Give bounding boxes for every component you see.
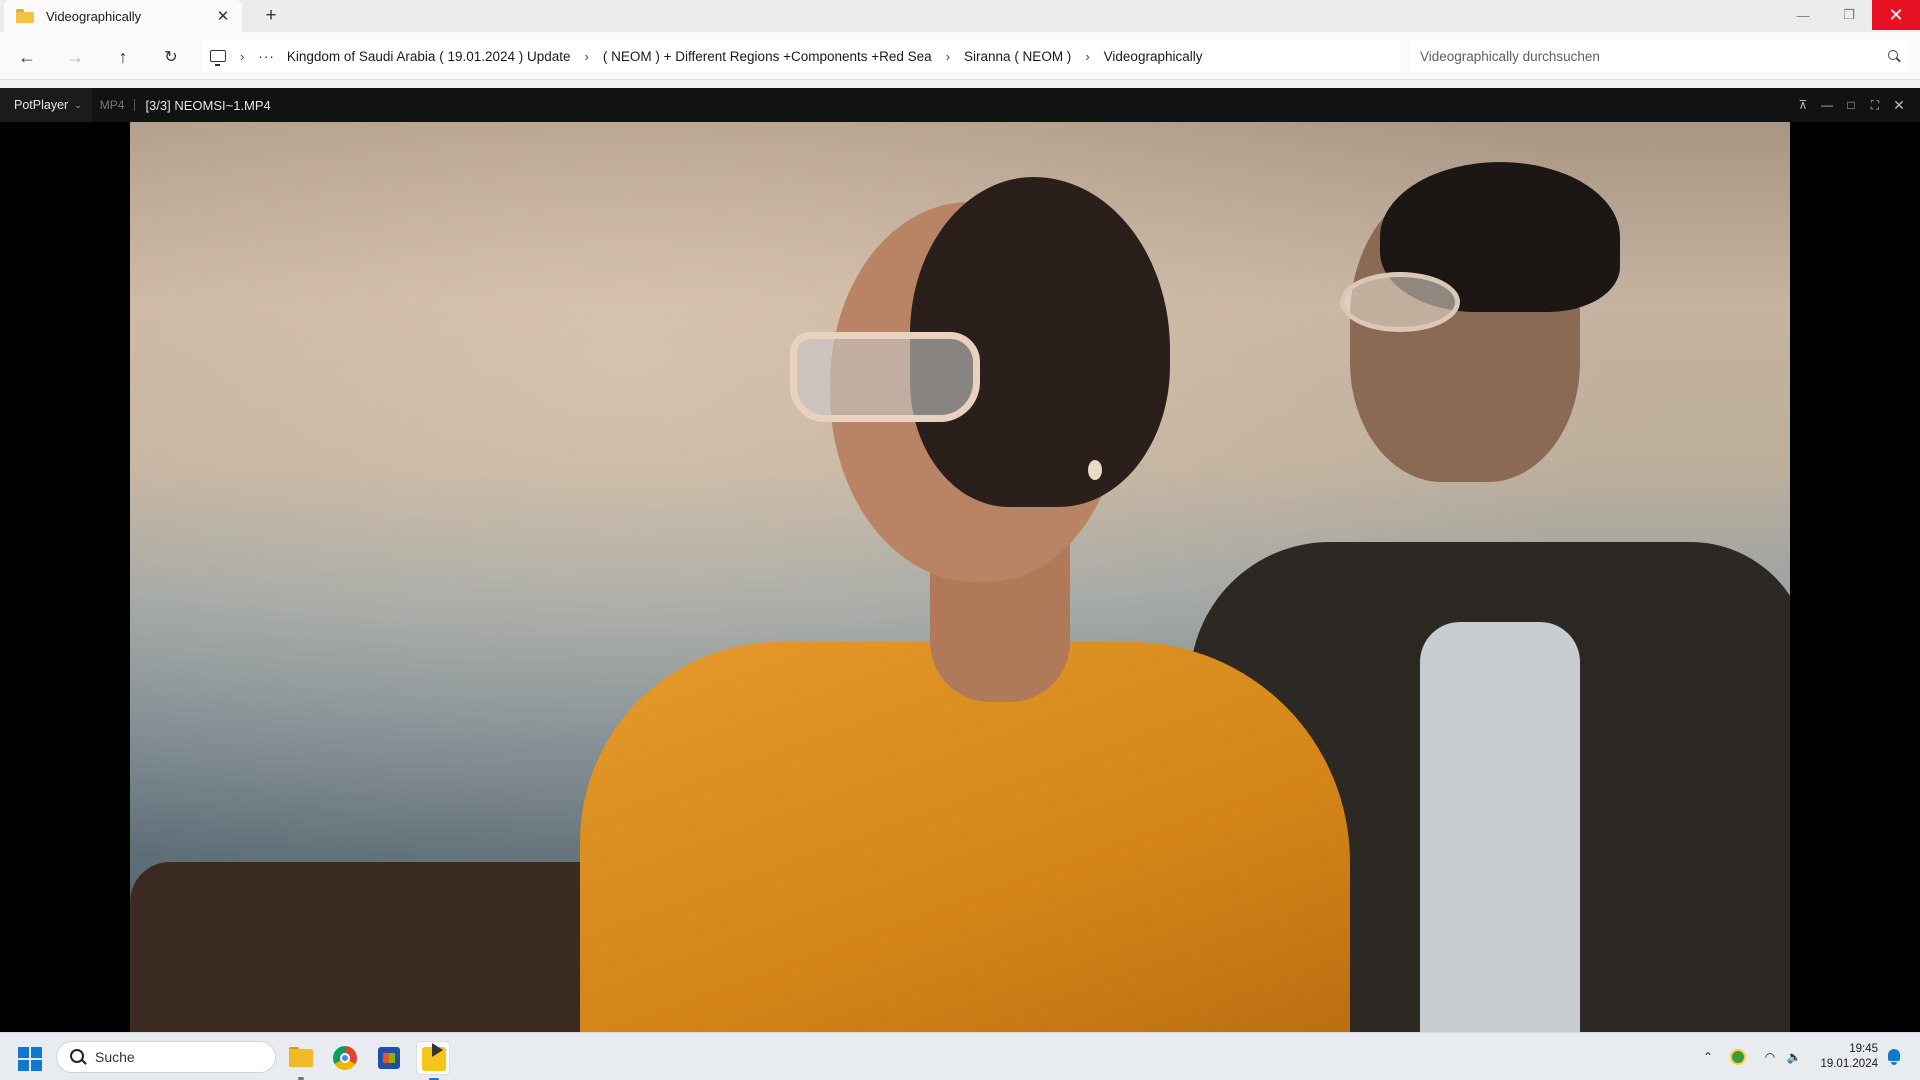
chevron-right-icon[interactable]: › <box>1085 49 1089 64</box>
search-icon <box>69 1048 87 1066</box>
breadcrumb-item-videographically[interactable]: Videographically <box>1104 49 1203 64</box>
file-format-label: MP4 <box>99 98 125 112</box>
folder-icon <box>289 1049 313 1067</box>
man-sunglasses <box>1340 272 1460 332</box>
potplayer-app-icon[interactable] <box>416 1041 450 1080</box>
back-button[interactable]: ← <box>12 42 42 72</box>
chrome-icon <box>333 1046 357 1070</box>
clock[interactable]: 19:45 19.01.2024 <box>1812 1042 1878 1072</box>
player-title-bar: PotPlayer ⌄ MP4 [3/3] NEOMSI~1.MP4 ⊼ — □… <box>0 88 1920 122</box>
taskbar-search[interactable] <box>56 1041 276 1073</box>
potplayer-window: PotPlayer ⌄ MP4 [3/3] NEOMSI~1.MP4 ⊼ — □… <box>0 88 1920 1032</box>
player-fullscreen-button[interactable]: ⛶ <box>1863 88 1887 122</box>
shield-icon <box>1730 1049 1746 1065</box>
breadcrumb-more-button[interactable]: ··· <box>258 49 275 64</box>
file-name-label: [3/3] NEOMSI~1.MP4 <box>145 97 271 113</box>
forward-button[interactable]: → <box>60 42 90 72</box>
chevron-right-icon[interactable]: › <box>240 49 244 64</box>
windows-logo-tile <box>18 1047 29 1058</box>
breadcrumb-item-neom-regions[interactable]: ( NEOM ) + Different Regions +Components… <box>603 49 932 64</box>
man-shirt <box>1420 622 1580 1032</box>
player-maximize-button[interactable]: □ <box>1839 88 1863 122</box>
title-bar: Videographically ✕ + — ❐ ✕ <box>0 0 1920 32</box>
divider <box>134 99 136 111</box>
chrome-app-icon[interactable] <box>328 1041 362 1075</box>
breadcrumb-item-saudi-arabia[interactable]: Kingdom of Saudi Arabia ( 19.01.2024 ) U… <box>287 49 571 64</box>
taskbar: ⌃ ◠ 🔈 19:45 19.01.2024 <box>0 1032 1920 1080</box>
potplayer-menu-button[interactable]: PotPlayer ⌄ <box>0 88 92 122</box>
search-icon[interactable] <box>1878 41 1908 71</box>
address-bar: ← → ↑ ↻ › ··· Kingdom of Saudi Arabia ( … <box>0 32 1920 80</box>
tab-videographically[interactable]: Videographically ✕ <box>4 0 242 32</box>
new-tab-button[interactable]: + <box>258 3 284 29</box>
this-pc-icon[interactable] <box>210 50 226 66</box>
breadcrumb-item-siranna[interactable]: Siranna ( NEOM ) <box>964 49 1071 64</box>
earring <box>1088 460 1102 480</box>
player-minimize-button[interactable]: — <box>1815 88 1839 122</box>
window-restore-button[interactable]: ❐ <box>1826 0 1872 30</box>
tab-title: Videographically <box>46 8 142 24</box>
taskbar-search-input[interactable] <box>95 1049 245 1065</box>
search-input[interactable] <box>1420 48 1878 64</box>
search-box[interactable] <box>1410 40 1908 72</box>
clock-time: 19:45 <box>1849 1043 1878 1055</box>
window-minimize-button[interactable]: — <box>1780 0 1826 30</box>
woman-sunglasses <box>790 332 980 422</box>
start-button[interactable] <box>18 1047 42 1071</box>
notification-bell-icon[interactable] <box>1884 1047 1904 1067</box>
windows-logo-tile <box>31 1047 42 1058</box>
clock-date: 19.01.2024 <box>1820 1058 1878 1070</box>
window-close-button[interactable]: ✕ <box>1872 0 1920 30</box>
volume-icon[interactable]: 🔈 <box>1784 1047 1804 1067</box>
folder-icon <box>16 9 34 23</box>
player-close-button[interactable]: ✕ <box>1887 88 1911 122</box>
chevron-right-icon[interactable]: › <box>946 49 950 64</box>
windows-logo-tile <box>31 1060 42 1071</box>
potplayer-menu-label: PotPlayer <box>14 98 69 112</box>
up-button[interactable]: ↑ <box>108 42 138 72</box>
refresh-button[interactable]: ↻ <box>156 42 186 72</box>
pin-icon[interactable]: ⊼ <box>1791 88 1815 122</box>
video-frame[interactable] <box>130 122 1790 1032</box>
windows-logo-tile <box>18 1060 29 1071</box>
file-explorer-app-icon[interactable] <box>284 1041 318 1080</box>
potplayer-icon <box>422 1043 446 1071</box>
chevron-down-icon: ⌄ <box>74 99 82 110</box>
breadcrumb[interactable]: › ··· Kingdom of Saudi Arabia ( 19.01.20… <box>202 40 1400 72</box>
woman-orange-top <box>580 642 1350 1032</box>
tab-close-button[interactable]: ✕ <box>210 3 236 29</box>
security-shield-icon[interactable] <box>1728 1047 1748 1067</box>
show-hidden-icons-chevron-icon[interactable]: ⌃ <box>1698 1047 1718 1067</box>
wifi-icon[interactable]: ◠ <box>1760 1047 1780 1067</box>
store-app-icon[interactable] <box>372 1041 406 1075</box>
chevron-right-icon[interactable]: › <box>585 49 589 64</box>
bell-shape <box>1888 1049 1900 1065</box>
store-icon <box>378 1047 400 1069</box>
